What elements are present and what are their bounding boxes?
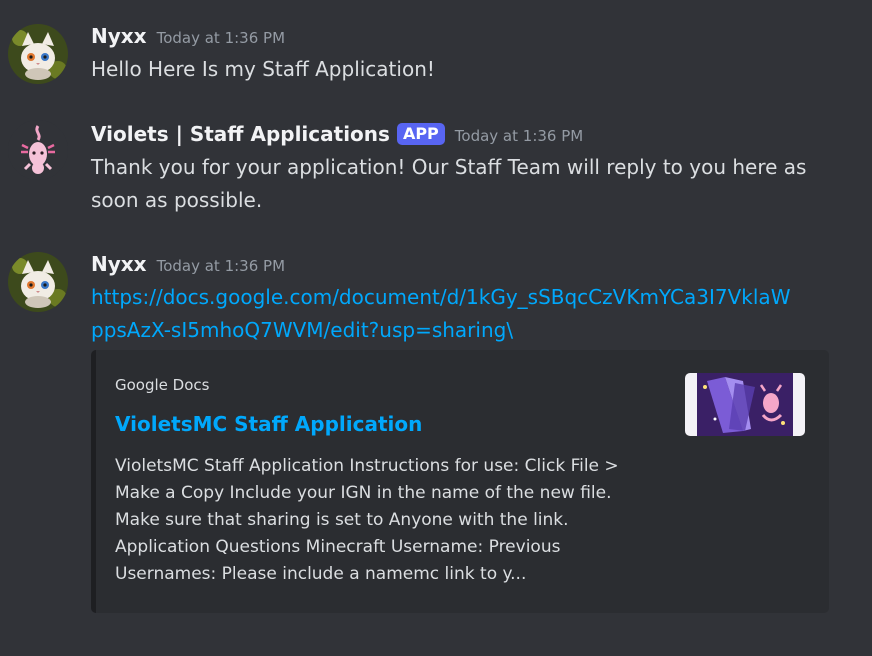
message-text: Hello Here Is my Staff Application! <box>91 57 435 81</box>
message-timestamp[interactable]: Today at 1:36 PM <box>455 127 583 145</box>
embed-description: VioletsMC Staff Application Instructions… <box>115 453 675 588</box>
violets-bot-avatar-icon[interactable] <box>8 120 68 180</box>
embed-provider: Google Docs <box>115 376 210 394</box>
embed-description-line: Make a Copy Include your IGN in the name… <box>115 483 612 503</box>
link-embed: Google Docs VioletsMC Staff Application … <box>91 350 829 613</box>
embed-description-line: Make sure that sharing is set to Anyone … <box>115 510 569 530</box>
app-badge: APP <box>396 123 445 145</box>
embed-thumbnail-image[interactable] <box>685 373 805 436</box>
embed-description-line: Usernames: Please include a namemc link … <box>115 564 527 584</box>
message-timestamp[interactable]: Today at 1:36 PM <box>157 29 285 47</box>
google-docs-link-continued[interactable]: ppsAzX-sI5mhoQ7WVM/edit?usp=sharing\ <box>91 314 831 347</box>
message-timestamp[interactable]: Today at 1:36 PM <box>157 257 285 275</box>
nyxx-avatar-icon[interactable] <box>8 24 68 84</box>
author-name[interactable]: Nyxx <box>91 24 147 48</box>
author-name[interactable]: Nyxx <box>91 252 147 276</box>
author-name[interactable]: Violets | Staff Applications <box>91 122 390 146</box>
embed-title-link[interactable]: VioletsMC Staff Application <box>115 412 422 436</box>
message-text-line: soon as possible. <box>91 188 263 212</box>
google-docs-link[interactable]: https://docs.google.com/document/d/1kGy_… <box>91 281 831 314</box>
embed-description-line: VioletsMC Staff Application Instructions… <box>115 456 619 476</box>
message-text-line: Thank you for your application! Our Staf… <box>91 155 807 179</box>
embed-description-line: Application Questions Minecraft Username… <box>115 537 561 557</box>
message-text: Thank you for your application! Our Staf… <box>91 151 831 217</box>
message-link: https://docs.google.com/document/d/1kGy_… <box>91 281 831 347</box>
nyxx-avatar-icon[interactable] <box>8 252 68 312</box>
